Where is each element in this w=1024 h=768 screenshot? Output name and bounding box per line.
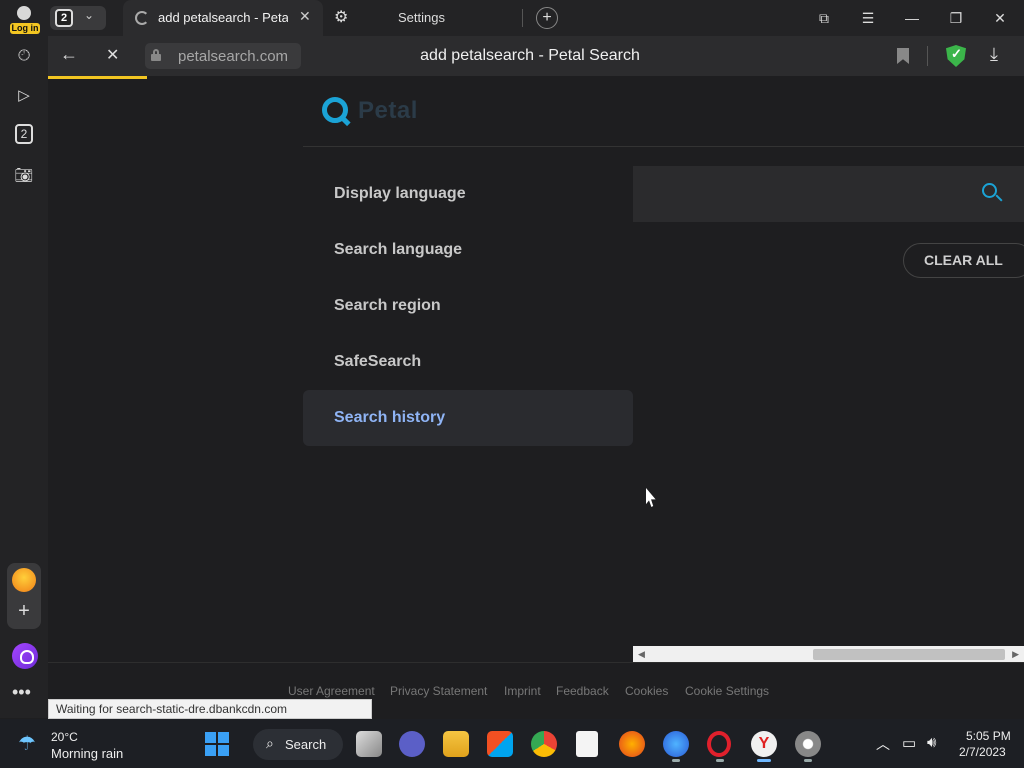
logo-text: Petal: [358, 97, 418, 124]
tab-title: add petalsearch - Petal Search: [158, 10, 288, 25]
download-icon[interactable]: ⤓: [990, 44, 998, 65]
chrome-icon[interactable]: [531, 731, 557, 757]
more-icon[interactable]: •••: [12, 682, 31, 703]
footer-link-cookies[interactable]: Cookies: [625, 684, 668, 698]
umbrella-rain-icon[interactable]: ☂: [18, 731, 36, 756]
taskbar-search-button[interactable]: ⌕ Search: [253, 729, 343, 760]
active-indicator: [757, 759, 771, 762]
tray-chevron-up-icon[interactable]: ︿: [876, 734, 890, 754]
gear-icon: ⚙: [334, 9, 349, 26]
address-bar[interactable]: petalsearch.com: [145, 43, 301, 69]
task-view-icon[interactable]: [356, 731, 382, 757]
stop-loading-icon[interactable]: ✕: [106, 45, 119, 65]
running-indicator: [804, 759, 812, 762]
scroll-left-icon[interactable]: ◀: [638, 649, 645, 660]
tab-close-icon[interactable]: ✕: [299, 8, 311, 25]
notepad-icon[interactable]: [576, 731, 598, 757]
taskbar-search-label: Search: [285, 737, 327, 752]
footer-link-feedback[interactable]: Feedback: [556, 684, 609, 698]
footer-link-imprint[interactable]: Imprint: [504, 684, 541, 698]
minimize-button[interactable]: —: [898, 6, 926, 30]
menu-search-region[interactable]: Search region: [303, 278, 633, 334]
user-icon: [17, 6, 31, 20]
network-icon[interactable]: ▭: [902, 734, 916, 752]
alice-icon[interactable]: [12, 643, 38, 669]
file-explorer-icon[interactable]: [443, 731, 469, 757]
clock-time[interactable]: 5:05 PM: [966, 729, 1011, 743]
menu-search-history[interactable]: Search history: [303, 390, 633, 446]
settings-gear-icon[interactable]: [795, 731, 821, 757]
history-icon[interactable]: 🕘︎: [12, 44, 36, 68]
firefox-dev-icon[interactable]: [663, 731, 689, 757]
teams-chat-icon[interactable]: [399, 731, 425, 757]
sidebar-panel-group: +: [7, 563, 41, 629]
menu-display-language[interactable]: Display language: [303, 166, 633, 222]
menu-icon[interactable]: ☰: [854, 6, 882, 30]
weather-temperature[interactable]: 20°C: [51, 730, 78, 744]
chevron-down-icon: ⌄: [84, 8, 95, 22]
opera-icon[interactable]: [707, 731, 731, 757]
collections-icon[interactable]: ⧉: [810, 6, 838, 30]
menu-safesearch[interactable]: SafeSearch: [303, 334, 633, 390]
weather-description[interactable]: Morning rain: [51, 746, 123, 761]
tab-count-button[interactable]: 2 ⌄: [50, 6, 106, 30]
scroll-right-icon[interactable]: ▶: [1012, 649, 1019, 660]
add-icon[interactable]: +: [12, 600, 36, 624]
mail-icon[interactable]: [12, 568, 36, 592]
tabs-icon[interactable]: 2: [15, 124, 33, 144]
horizontal-scrollbar[interactable]: ◀ ▶: [633, 646, 1024, 663]
firefox-icon[interactable]: [619, 731, 645, 757]
restore-button[interactable]: ❐: [942, 6, 970, 30]
url-text: petalsearch.com: [178, 48, 289, 65]
running-indicator: [672, 759, 680, 762]
volume-icon[interactable]: 🔊︎: [927, 734, 936, 751]
play-icon[interactable]: ▷: [12, 84, 36, 108]
running-indicator: [716, 759, 724, 762]
loading-spinner-icon: [135, 11, 149, 25]
clock-date[interactable]: 2/7/2023: [959, 745, 1006, 759]
windows-start-icon[interactable]: [205, 732, 229, 756]
nav-separator: [927, 46, 928, 66]
tab-count: 2: [55, 9, 73, 27]
tab-settings[interactable]: ⚙ Settings: [326, 0, 522, 36]
screenshot-icon[interactable]: 📷︎: [12, 164, 36, 188]
microsoft-store-icon[interactable]: [487, 731, 513, 757]
login-button[interactable]: Log in: [6, 3, 42, 34]
footer-link-cookie-settings[interactable]: Cookie Settings: [685, 684, 769, 698]
search-icon: ⌕: [266, 735, 274, 751]
petal-logo-icon: [322, 97, 348, 123]
scrollbar-thumb[interactable]: [813, 649, 1005, 660]
history-search-input[interactable]: [633, 166, 1024, 222]
search-icon[interactable]: [982, 183, 1004, 205]
page-title: add petalsearch - Petal Search: [420, 47, 640, 64]
header-divider: [303, 146, 1024, 147]
status-bar: Waiting for search-static-dre.dbankcdn.c…: [48, 699, 372, 719]
footer-link-user-agreement[interactable]: User Agreement: [288, 684, 375, 698]
yandex-browser-icon[interactable]: Y: [751, 731, 777, 757]
clear-all-button[interactable]: CLEAR ALL: [903, 243, 1024, 278]
footer-link-privacy[interactable]: Privacy Statement: [390, 684, 487, 698]
tab-separator: [522, 9, 523, 27]
back-arrow-icon[interactable]: ←: [60, 44, 78, 65]
close-window-button[interactable]: ✕: [986, 6, 1014, 30]
login-badge: Log in: [10, 23, 40, 34]
tab-petal-search[interactable]: add petalsearch - Petal Search ✕: [123, 0, 323, 36]
tab-title: Settings: [398, 10, 445, 25]
menu-search-language[interactable]: Search language: [303, 222, 633, 278]
lock-icon: [151, 49, 161, 61]
new-tab-button[interactable]: +: [536, 7, 558, 29]
